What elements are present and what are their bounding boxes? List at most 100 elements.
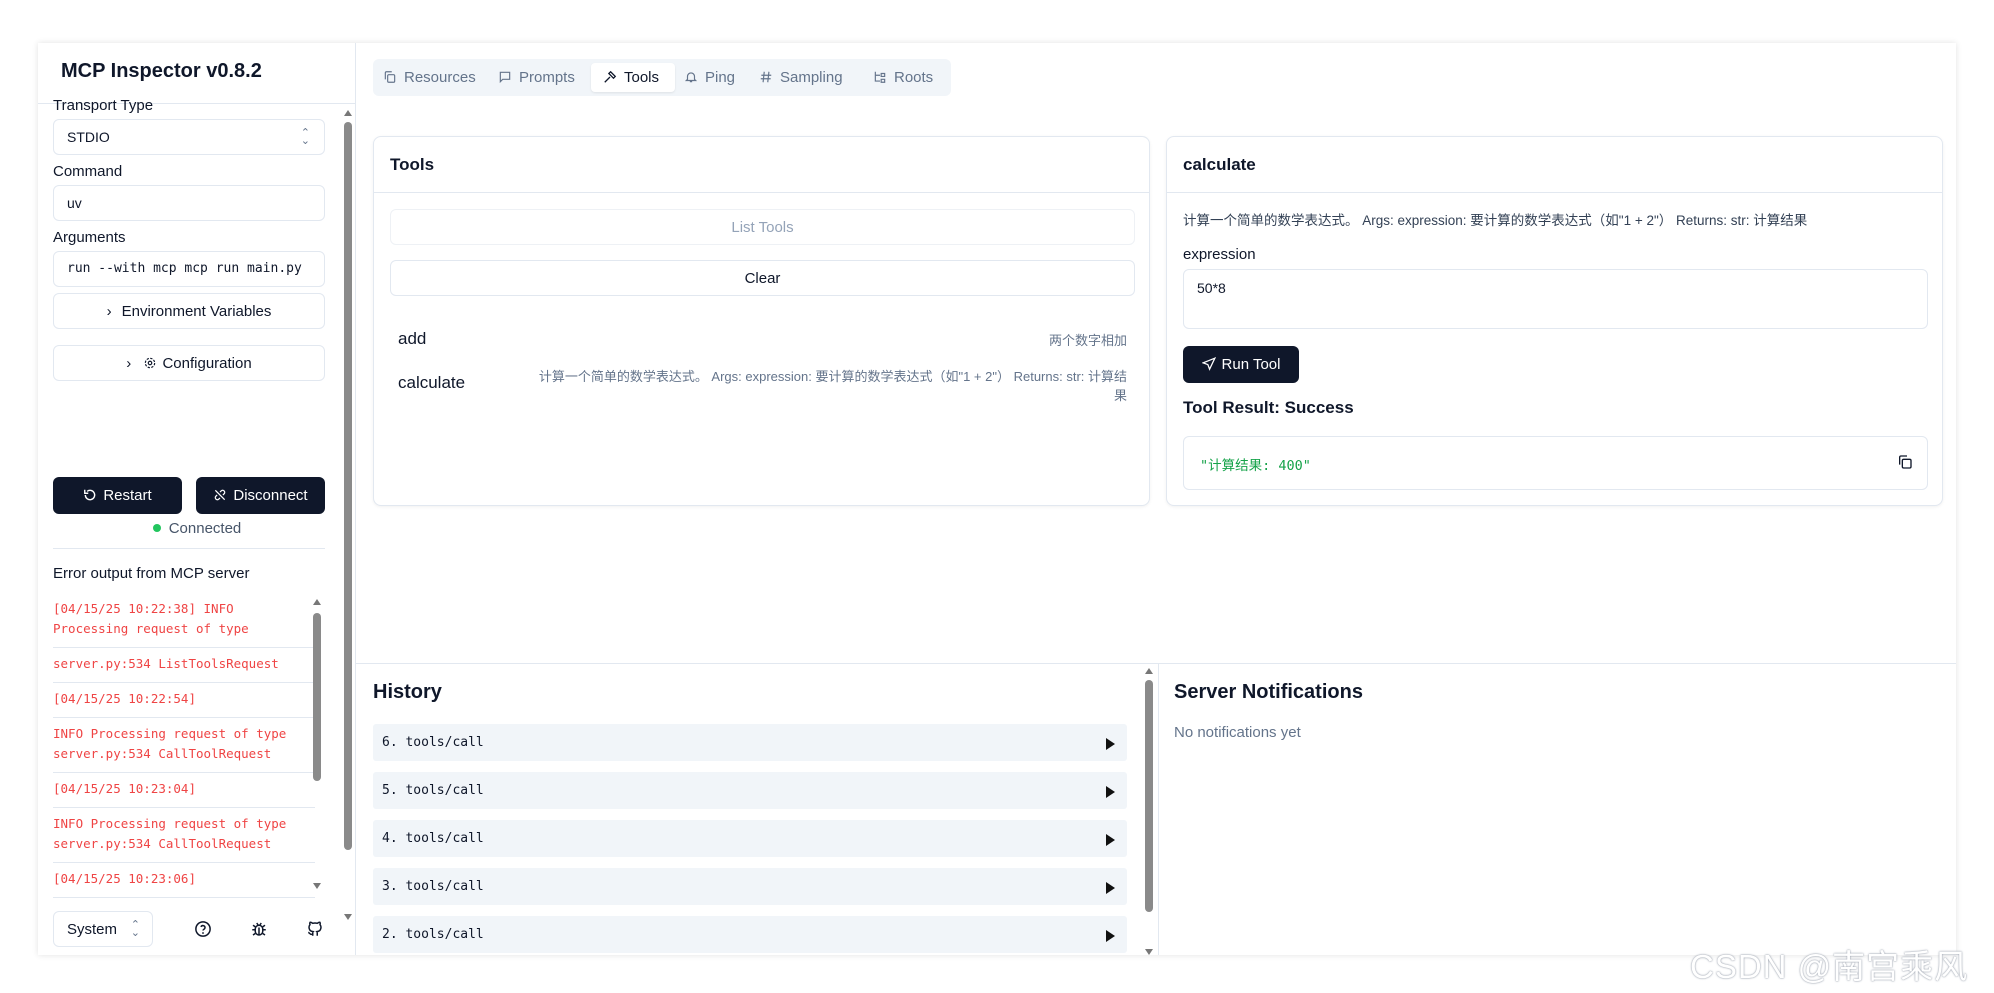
- roots-icon: [874, 71, 886, 83]
- transport-type-select[interactable]: STDIO ⌃ ⌄: [53, 119, 325, 155]
- error-line: [04/15/25 10:23:04]: [53, 773, 315, 808]
- scrollbar-thumb[interactable]: [344, 122, 352, 850]
- disconnect-label: Disconnect: [233, 487, 308, 504]
- scroll-up-arrow-icon[interactable]: [313, 599, 321, 605]
- bug-icon[interactable]: [250, 920, 268, 938]
- error-output-scrollbar[interactable]: [313, 599, 321, 889]
- environment-variables-button[interactable]: › Environment Variables: [53, 293, 325, 329]
- watermark: CSDN @南宫乘风: [1690, 948, 1969, 985]
- restart-button[interactable]: Restart: [53, 477, 182, 514]
- scrollbar-thumb[interactable]: [1145, 680, 1153, 912]
- history-item[interactable]: 3. tools/call: [373, 868, 1127, 905]
- tools-panel-title: Tools: [374, 137, 1149, 193]
- chevron-updown-icon: ⌃ ⌄: [300, 127, 310, 147]
- send-icon: [1200, 356, 1216, 371]
- sidebar-footer: System ⌃ ⌄: [38, 901, 356, 955]
- chevron-right-icon: ›: [106, 303, 112, 320]
- chevron-updown-icon: ⌃ ⌄: [130, 919, 140, 939]
- connection-status-label: Connected: [168, 520, 242, 537]
- tab-roots-label: Roots: [894, 69, 934, 86]
- github-icon[interactable]: [306, 920, 324, 938]
- prompts-icon: [499, 71, 511, 84]
- copy-icon[interactable]: [1897, 454, 1913, 470]
- scroll-up-arrow-icon[interactable]: [1145, 668, 1153, 674]
- scroll-down-arrow-icon[interactable]: [1145, 949, 1153, 955]
- arguments-label: Arguments: [53, 229, 126, 246]
- no-notifications-text: No notifications yet: [1174, 724, 1301, 741]
- tab-ping[interactable]: Ping: [684, 63, 744, 92]
- tab-roots[interactable]: Roots: [873, 63, 943, 92]
- hammer-icon: [604, 70, 617, 83]
- tool-name: calculate: [398, 373, 466, 392]
- tool-detail-description: 计算一个简单的数学表达式。 Args: expression: 要计算的数学表达…: [1183, 213, 1808, 228]
- bell-icon: [684, 72, 698, 83]
- history-scrollbar[interactable]: [1145, 668, 1153, 955]
- sidebar: MCP Inspector v0.8.2 Transport Type STDI…: [38, 43, 356, 955]
- expand-triangle-icon[interactable]: [1106, 834, 1115, 846]
- clear-button[interactable]: Clear: [390, 260, 1135, 296]
- scrollbar-thumb[interactable]: [313, 613, 321, 781]
- run-tool-button[interactable]: Run Tool: [1183, 346, 1299, 383]
- tool-detail-title: calculate: [1167, 137, 1942, 193]
- history-item-label: 2. tools/call: [382, 927, 484, 942]
- run-tool-label: Run Tool: [1221, 356, 1281, 373]
- transport-type-label: Transport Type: [53, 97, 154, 114]
- theme-select[interactable]: System ⌃ ⌄: [53, 911, 153, 947]
- error-line: [04/15/25 10:22:54]: [53, 683, 315, 718]
- server-notifications-title: Server Notifications: [1174, 681, 1363, 703]
- error-line: server.py:534 ListToolsRequest: [53, 648, 315, 683]
- error-line: INFO Processing request of type server.p…: [53, 808, 315, 863]
- sidebar-divider: [53, 548, 325, 549]
- history-title: History: [373, 681, 442, 703]
- tool-description: 两个数字相加: [1048, 333, 1127, 348]
- expand-triangle-icon[interactable]: [1106, 882, 1115, 894]
- error-line: INFO Processing request of type server.p…: [53, 718, 315, 773]
- history-item-label: 6. tools/call: [382, 735, 484, 750]
- scroll-down-arrow-icon[interactable]: [313, 883, 321, 889]
- tool-description-line: 果: [1113, 388, 1127, 403]
- resources-icon: [384, 71, 396, 83]
- tool-detail-panel: calculate 计算一个简单的数学表达式。 Args: expression…: [1166, 136, 1943, 506]
- history-item[interactable]: 4. tools/call: [373, 820, 1127, 857]
- tab-tools[interactable]: Tools: [591, 63, 675, 92]
- list-tools-button[interactable]: List Tools: [390, 209, 1135, 245]
- error-line: [04/15/25 10:22:38] INFO Processing requ…: [53, 593, 315, 648]
- arguments-input[interactable]: run --with mcp mcp run main.py: [53, 251, 325, 287]
- tab-sampling[interactable]: Sampling: [759, 63, 853, 92]
- pane-divider[interactable]: [1158, 664, 1159, 955]
- command-input[interactable]: uv: [53, 185, 325, 221]
- history-item[interactable]: 5. tools/call: [373, 772, 1127, 809]
- chevron-right-icon: ›: [126, 355, 132, 372]
- history-item-label: 5. tools/call: [382, 783, 484, 798]
- disconnect-button[interactable]: Disconnect: [196, 477, 325, 514]
- configuration-button[interactable]: › Configuration: [53, 345, 325, 381]
- transport-type-value: STDIO: [67, 129, 110, 145]
- expression-input[interactable]: 50*8: [1183, 269, 1928, 329]
- sidebar-scrollbar[interactable]: [344, 110, 352, 920]
- disconnect-icon: [215, 489, 226, 501]
- tool-result-title: Tool Result: Success: [1183, 398, 1354, 417]
- tab-resources[interactable]: Resources: [383, 63, 479, 92]
- history-item-label: 3. tools/call: [382, 879, 484, 894]
- hash-icon: [760, 71, 772, 83]
- expand-triangle-icon[interactable]: [1106, 738, 1115, 750]
- history-item[interactable]: 6. tools/call: [373, 724, 1127, 761]
- expand-triangle-icon[interactable]: [1106, 930, 1115, 942]
- tool-description: 计算一个简单的数学表达式。 Args: expression: 要计算的数学表达…: [539, 367, 1127, 405]
- tab-prompts-label: Prompts: [519, 69, 575, 86]
- error-output-list[interactable]: [04/15/25 10:22:38] INFO Processing requ…: [53, 593, 315, 939]
- tools-panel: Tools List Tools Clear add 两个数字相加 calcul…: [373, 136, 1150, 506]
- app-title: MCP Inspector v0.8.2: [38, 43, 356, 104]
- tab-resources-label: Resources: [404, 69, 476, 86]
- tab-ping-label: Ping: [705, 69, 736, 86]
- main-tabs: Resources Prompts Tools Ping Sampling Ro…: [373, 59, 951, 96]
- history-item[interactable]: 2. tools/call: [373, 916, 1127, 953]
- inspector-window: MCP Inspector v0.8.2 Transport Type STDI…: [38, 43, 1956, 955]
- expand-triangle-icon[interactable]: [1106, 786, 1115, 798]
- scroll-up-arrow-icon[interactable]: [344, 110, 352, 116]
- tab-prompts[interactable]: Prompts: [498, 63, 582, 92]
- history-list: 6. tools/call 5. tools/call 4. tools/cal…: [373, 724, 1127, 955]
- help-icon[interactable]: [194, 920, 212, 938]
- status-dot-icon: [152, 524, 161, 532]
- theme-value: System: [67, 921, 118, 938]
